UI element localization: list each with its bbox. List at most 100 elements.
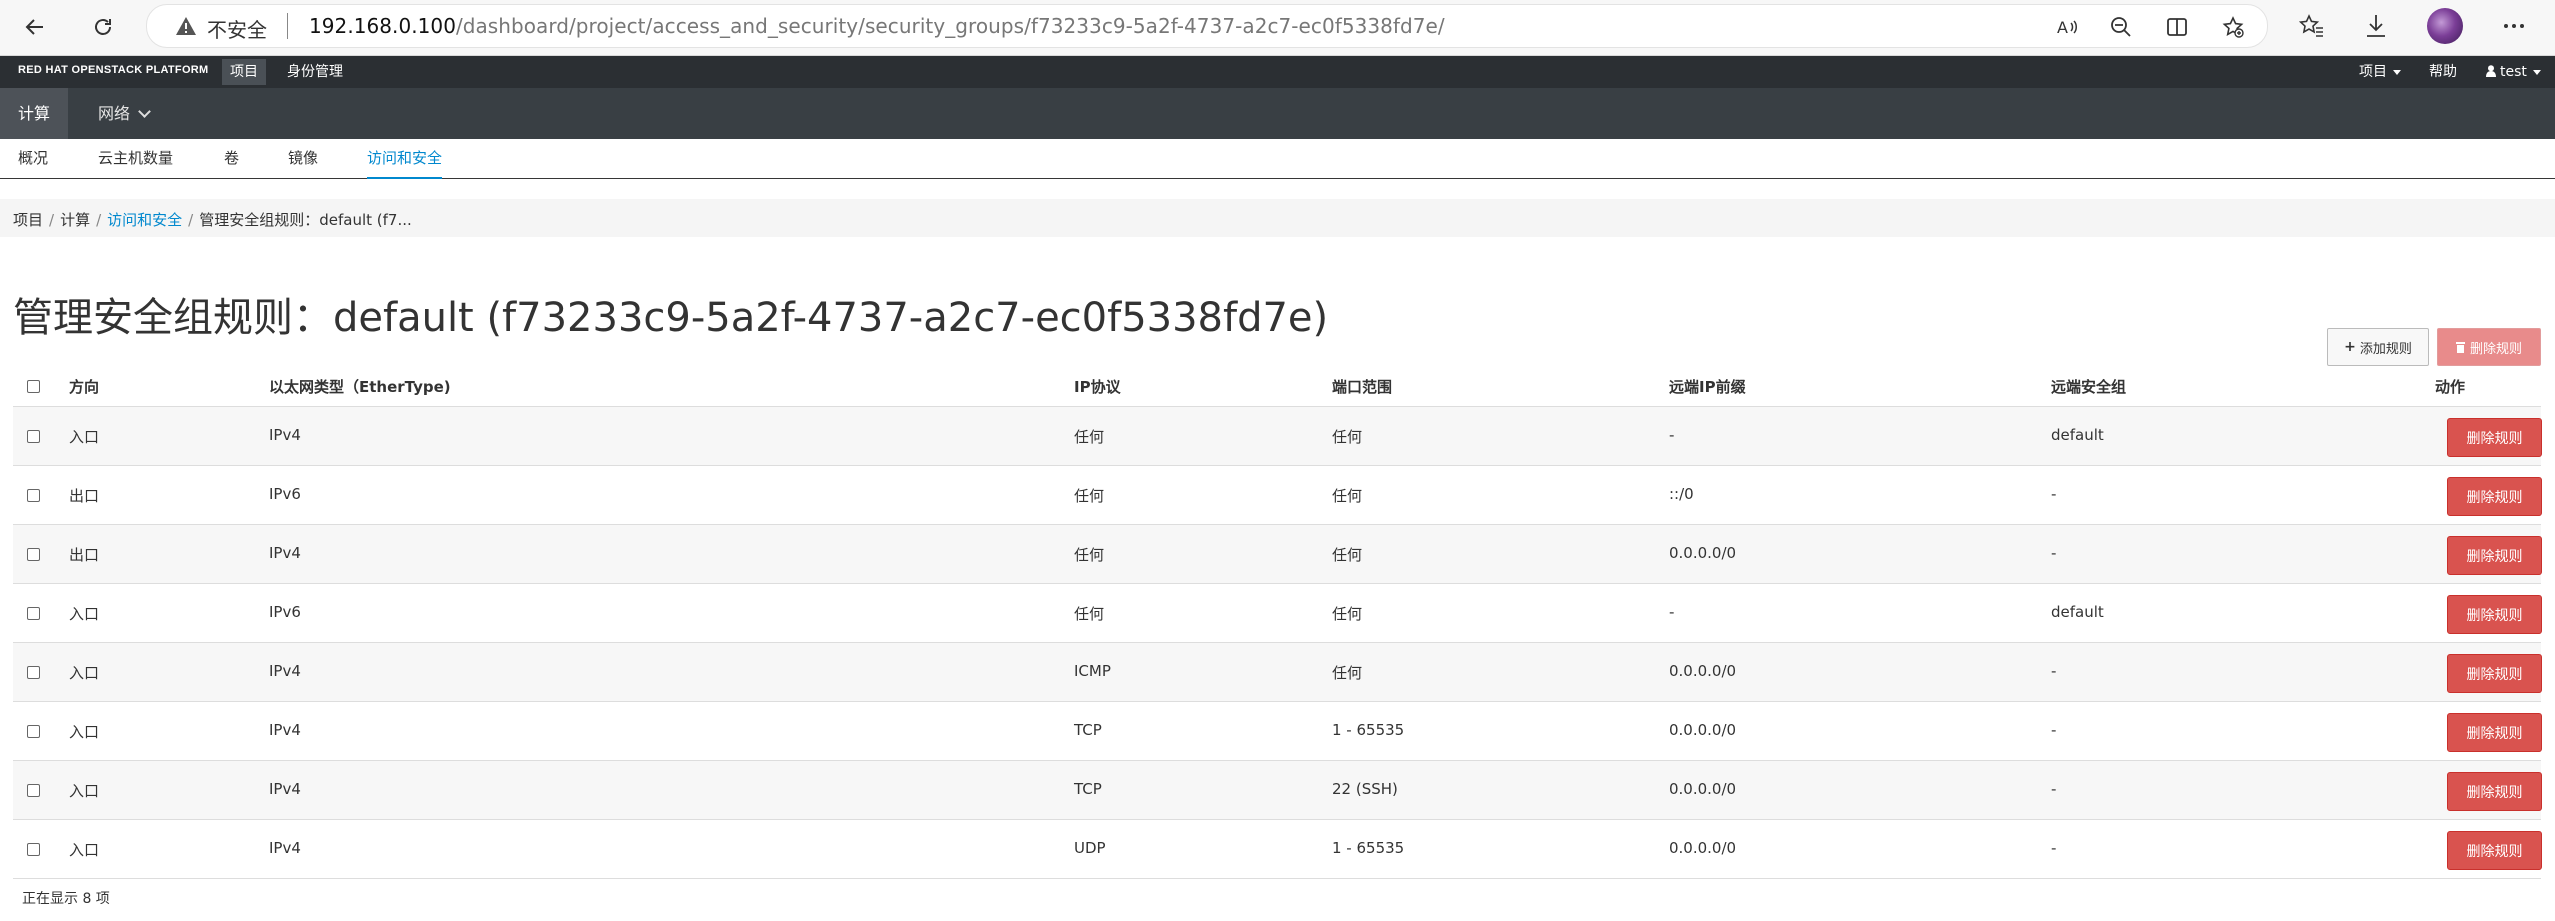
user-menu[interactable]: test bbox=[2486, 56, 2541, 88]
delete-rule-button[interactable]: 删除规则 bbox=[2447, 418, 2542, 457]
download-icon[interactable] bbox=[2362, 12, 2390, 40]
insecure-label[interactable]: 不安全 bbox=[207, 14, 267, 43]
chevron-down-icon bbox=[2532, 69, 2541, 75]
address-bar[interactable]: 不安全 192.168.0.100/dashboard/project/acce… bbox=[146, 4, 2268, 48]
cell-protocol: UDP bbox=[1074, 839, 1106, 857]
cell-protocol: ICMP bbox=[1074, 662, 1111, 680]
cell-remote-group: - bbox=[2051, 662, 2057, 680]
refresh-icon[interactable] bbox=[86, 10, 120, 44]
cell-remote-ip: 0.0.0.0/0 bbox=[1669, 662, 1737, 680]
breadcrumb: 项目 / 计算 / 访问和安全 / 管理安全组规则：default (f7... bbox=[0, 199, 2555, 237]
cell-protocol: 任何 bbox=[1074, 546, 1105, 564]
cell-protocol: TCP bbox=[1074, 780, 1102, 798]
url-host: 192.168.0.100 bbox=[309, 14, 456, 38]
nav-access-security[interactable]: 访问和安全 bbox=[367, 139, 443, 179]
read-aloud-icon[interactable]: A bbox=[2055, 15, 2079, 39]
col-remote-security-group[interactable]: 远端安全组 bbox=[2051, 376, 2126, 397]
url-path: /dashboard/project/access_and_security/s… bbox=[455, 14, 1445, 38]
top-tab-project[interactable]: 项目 bbox=[222, 59, 266, 85]
row-checkbox[interactable] bbox=[27, 725, 40, 738]
secondary-nav: 计算 网络 bbox=[0, 88, 2555, 139]
cell-port-range: 22 (SSH) bbox=[1332, 780, 1398, 798]
col-ip-protocol[interactable]: IP协议 bbox=[1074, 376, 1121, 397]
breadcrumb-compute[interactable]: 计算 bbox=[60, 211, 90, 229]
delete-rules-button[interactable]: 删除规则 bbox=[2437, 328, 2541, 366]
url-text[interactable]: 192.168.0.100/dashboard/project/access_a… bbox=[309, 14, 1445, 38]
cell-ethertype: IPv4 bbox=[269, 780, 301, 798]
nav-instances[interactable]: 云主机数量 bbox=[98, 139, 173, 178]
cell-port-range: 1 - 65535 bbox=[1332, 839, 1405, 857]
more-options-icon[interactable] bbox=[2500, 12, 2528, 40]
table-row: 入口 IPv4 ICMP 任何 0.0.0.0/0 - 删除规则 bbox=[13, 643, 2542, 702]
col-port-range[interactable]: 端口范围 bbox=[1332, 376, 1392, 397]
delete-rule-button[interactable]: 删除规则 bbox=[2447, 595, 2542, 634]
cell-protocol: 任何 bbox=[1074, 428, 1105, 446]
cell-ethertype: IPv4 bbox=[269, 662, 301, 680]
cell-direction: 入口 bbox=[69, 841, 100, 859]
col-direction[interactable]: 方向 bbox=[69, 376, 99, 397]
favorites-icon[interactable] bbox=[2298, 12, 2326, 40]
cell-remote-ip: - bbox=[1669, 603, 1675, 621]
help-menu[interactable]: 帮助 bbox=[2429, 56, 2457, 88]
cell-direction: 入口 bbox=[69, 782, 100, 800]
cell-port-range: 1 - 65535 bbox=[1332, 721, 1405, 739]
cell-remote-ip: 0.0.0.0/0 bbox=[1669, 544, 1737, 562]
back-icon[interactable] bbox=[18, 10, 52, 44]
delete-rule-button[interactable]: 删除规则 bbox=[2447, 713, 2542, 752]
breadcrumb-project[interactable]: 项目 bbox=[13, 211, 43, 229]
delete-rule-button[interactable]: 删除规则 bbox=[2447, 536, 2542, 575]
cell-remote-group: - bbox=[2051, 780, 2057, 798]
row-checkbox[interactable] bbox=[27, 430, 40, 443]
user-name: test bbox=[2500, 64, 2527, 80]
col-ethertype[interactable]: 以太网类型（EtherType) bbox=[269, 376, 451, 397]
cell-direction: 出口 bbox=[69, 487, 100, 505]
cell-protocol: 任何 bbox=[1074, 605, 1105, 623]
table-row: 出口 IPv6 任何 任何 ::/0 - 删除规则 bbox=[13, 466, 2542, 525]
delete-rule-button[interactable]: 删除规则 bbox=[2447, 477, 2542, 516]
table-row: 入口 IPv6 任何 任何 - default 删除规则 bbox=[13, 584, 2542, 643]
select-all-checkbox[interactable] bbox=[27, 380, 40, 393]
cell-remote-ip: 0.0.0.0/0 bbox=[1669, 780, 1737, 798]
warning-icon[interactable] bbox=[175, 15, 197, 37]
cell-remote-group: - bbox=[2051, 544, 2057, 562]
add-favorite-icon[interactable] bbox=[2221, 15, 2245, 39]
delete-rule-button[interactable]: 删除规则 bbox=[2447, 654, 2542, 693]
nav-network[interactable]: 网络 bbox=[80, 88, 167, 139]
add-rule-button[interactable]: + 添加规则 bbox=[2327, 328, 2429, 366]
nav-overview[interactable]: 概况 bbox=[18, 139, 48, 178]
delete-rule-button[interactable]: 删除规则 bbox=[2447, 772, 2542, 811]
split-screen-icon[interactable] bbox=[2165, 15, 2189, 39]
nav-network-label: 网络 bbox=[98, 104, 131, 123]
table-header: 方向 以太网类型（EtherType) IP协议 端口范围 远端IP前缀 远端安… bbox=[13, 364, 2541, 408]
col-remote-ip-prefix[interactable]: 远端IP前缀 bbox=[1669, 376, 1746, 397]
cell-remote-group: - bbox=[2051, 839, 2057, 857]
top-tab-identity[interactable]: 身份管理 bbox=[279, 59, 351, 85]
app-topbar: RED HAT OPENSTACK PLATFORM 项目 身份管理 项目 帮助… bbox=[0, 56, 2555, 88]
row-checkbox[interactable] bbox=[27, 666, 40, 679]
row-checkbox[interactable] bbox=[27, 607, 40, 620]
cell-direction: 出口 bbox=[69, 546, 100, 564]
profile-avatar[interactable] bbox=[2427, 8, 2463, 44]
brand-logo[interactable]: RED HAT OPENSTACK PLATFORM bbox=[18, 64, 209, 76]
cell-ethertype: IPv4 bbox=[269, 839, 301, 857]
zoom-out-icon[interactable] bbox=[2109, 15, 2133, 39]
page-title: 管理安全组规则：default (f73233c9-5a2f-4737-a2c7… bbox=[13, 294, 1329, 341]
cell-remote-ip: 0.0.0.0/0 bbox=[1669, 839, 1737, 857]
add-rule-label: 添加规则 bbox=[2359, 341, 2412, 357]
project-dropdown[interactable]: 项目 bbox=[2359, 56, 2401, 88]
nav-compute[interactable]: 计算 bbox=[0, 88, 69, 139]
table-row: 出口 IPv4 任何 任何 0.0.0.0/0 - 删除规则 bbox=[13, 525, 2542, 584]
delete-rules-label: 删除规则 bbox=[2469, 341, 2522, 357]
cell-ethertype: IPv4 bbox=[269, 721, 301, 739]
row-checkbox[interactable] bbox=[27, 489, 40, 502]
row-checkbox[interactable] bbox=[27, 784, 40, 797]
cell-ethertype: IPv4 bbox=[269, 544, 301, 562]
cell-direction: 入口 bbox=[69, 605, 100, 623]
nav-volumes[interactable]: 卷 bbox=[224, 139, 239, 178]
row-checkbox[interactable] bbox=[27, 843, 40, 856]
breadcrumb-access-security[interactable]: 访问和安全 bbox=[107, 211, 182, 229]
cell-remote-group: default bbox=[2051, 603, 2104, 621]
nav-images[interactable]: 镜像 bbox=[288, 139, 318, 178]
row-checkbox[interactable] bbox=[27, 548, 40, 561]
delete-rule-button[interactable]: 删除规则 bbox=[2447, 831, 2542, 870]
